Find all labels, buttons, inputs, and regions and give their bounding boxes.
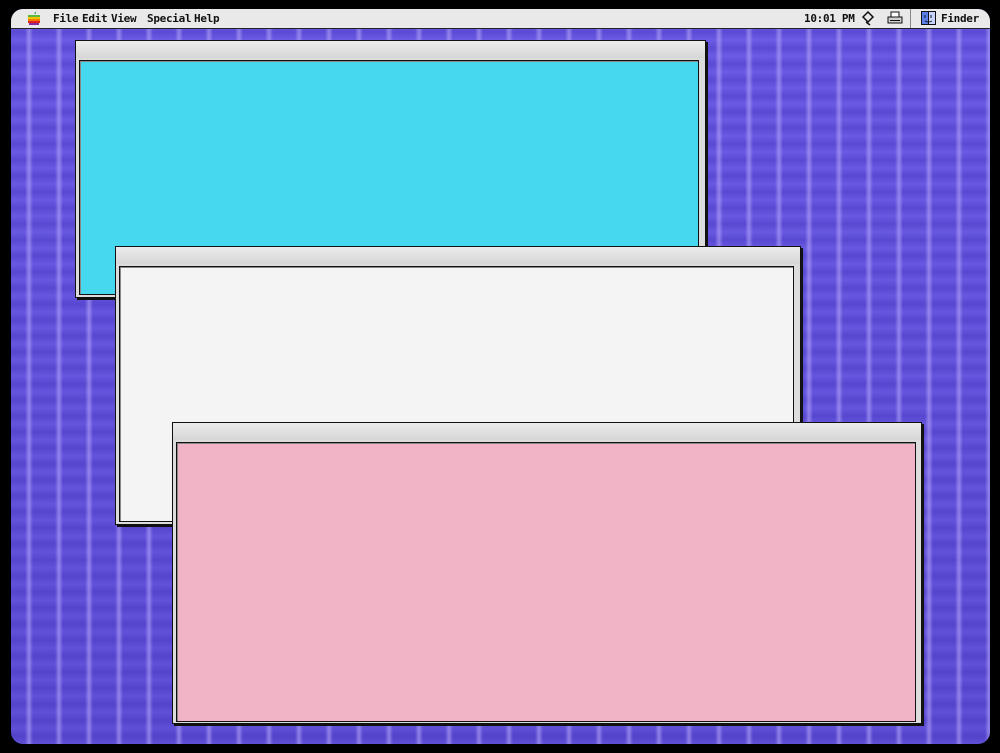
- printer-icon[interactable]: [887, 11, 903, 25]
- finder-app-icon[interactable]: [921, 11, 936, 25]
- menu-file[interactable]: File: [53, 12, 79, 25]
- window-title-bar[interactable]: [173, 423, 921, 440]
- menu-edit[interactable]: Edit: [82, 12, 108, 25]
- menubar-divider: [910, 9, 911, 28]
- window-content[interactable]: [176, 442, 916, 722]
- menu-bar: File Edit View Special Help 10:01 PM Fin…: [11, 9, 990, 29]
- menu-clock[interactable]: 10:01 PM: [804, 12, 855, 25]
- window-title-bar[interactable]: [76, 41, 705, 58]
- apple-icon[interactable]: [28, 11, 40, 25]
- pink-window[interactable]: [172, 422, 922, 724]
- file-sharing-icon[interactable]: [861, 11, 875, 26]
- desktop: File Edit View Special Help 10:01 PM Fin…: [11, 9, 990, 744]
- menu-help[interactable]: Help: [194, 12, 220, 25]
- menu-special[interactable]: Special: [147, 12, 192, 25]
- menu-view[interactable]: View: [111, 12, 137, 25]
- window-title-bar[interactable]: [116, 247, 800, 264]
- app-menu-label[interactable]: Finder: [941, 12, 979, 25]
